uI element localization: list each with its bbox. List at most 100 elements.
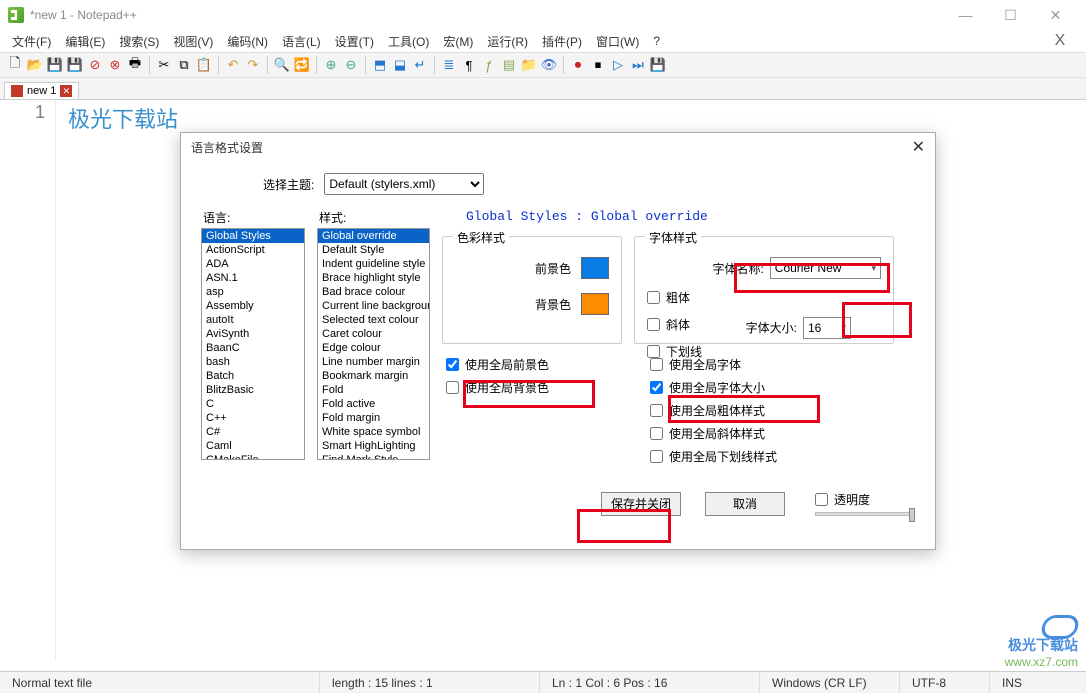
language-item[interactable]: autoIt — [202, 313, 304, 327]
background-color-swatch[interactable] — [581, 293, 609, 315]
use-global-bg-checkbox[interactable]: 使用全局背景色 — [446, 379, 638, 396]
use-global-underline-checkbox[interactable]: 使用全局下划线样式 — [650, 448, 777, 465]
style-listbox[interactable]: Global overrideDefault StyleIndent guide… — [317, 228, 430, 460]
foreground-color-swatch[interactable] — [581, 257, 609, 279]
style-item[interactable]: Caret colour — [318, 327, 429, 341]
language-item[interactable]: ASN.1 — [202, 271, 304, 285]
language-item[interactable]: C# — [202, 425, 304, 439]
language-item[interactable]: asp — [202, 285, 304, 299]
style-item[interactable]: Fold active — [318, 397, 429, 411]
dialog-close-icon[interactable]: ✕ — [912, 137, 925, 157]
indent-guide-icon[interactable]: ≣ — [440, 56, 458, 74]
menu-view[interactable]: 视图(V) — [167, 31, 219, 52]
style-item[interactable]: White space symbol — [318, 425, 429, 439]
save-all-icon[interactable]: 💾 — [66, 56, 84, 74]
menu-file[interactable]: 文件(F) — [6, 31, 57, 52]
menu-plugins[interactable]: 插件(P) — [536, 31, 588, 52]
language-item[interactable]: Global Styles — [202, 229, 304, 243]
close-file-icon[interactable]: ⊘ — [86, 56, 104, 74]
style-item[interactable]: Brace highlight style — [318, 271, 429, 285]
monitor-icon[interactable]: 👁 — [540, 56, 558, 74]
transparency-checkbox[interactable]: 透明度 — [815, 491, 870, 508]
redo-icon[interactable]: ↷ — [244, 56, 262, 74]
style-item[interactable]: Default Style — [318, 243, 429, 257]
menu-window[interactable]: 窗口(W) — [590, 31, 645, 52]
save-macro-icon[interactable]: 💾 — [649, 56, 667, 74]
sync-h-icon[interactable]: ⬓ — [391, 56, 409, 74]
tab-new-1[interactable]: new 1 ✕ — [4, 82, 79, 99]
language-item[interactable]: Assembly — [202, 299, 304, 313]
font-name-select[interactable]: Courier New ▾ — [770, 257, 881, 279]
theme-select[interactable]: Default (stylers.xml) — [324, 173, 484, 195]
language-item[interactable]: BlitzBasic — [202, 383, 304, 397]
whitespace-icon[interactable]: ¶ — [460, 56, 478, 74]
language-item[interactable]: Batch — [202, 369, 304, 383]
font-size-select[interactable]: 16 ▾ — [803, 317, 851, 339]
minimize-button[interactable]: — — [943, 0, 988, 30]
close-all-icon[interactable]: ⊗ — [106, 56, 124, 74]
use-global-italic-checkbox[interactable]: 使用全局斜体样式 — [650, 425, 777, 442]
language-item[interactable]: ActionScript — [202, 243, 304, 257]
menu-macro[interactable]: 宏(M) — [437, 31, 479, 52]
secondary-close-icon[interactable]: X — [1040, 32, 1080, 50]
doc-map-icon[interactable]: ▤ — [500, 56, 518, 74]
save-and-close-button[interactable]: 保存并关闭 — [601, 492, 681, 516]
language-item[interactable]: Caml — [202, 439, 304, 453]
style-item[interactable]: Current line background — [318, 299, 429, 313]
underline-checkbox[interactable]: 下划线 — [647, 343, 727, 360]
language-item[interactable]: CMakeFile — [202, 453, 304, 460]
menu-settings[interactable]: 设置(T) — [329, 31, 380, 52]
use-global-bold-checkbox[interactable]: 使用全局粗体样式 — [650, 402, 777, 419]
undo-icon[interactable]: ↶ — [224, 56, 242, 74]
style-item[interactable]: Fold — [318, 383, 429, 397]
style-item[interactable]: Fold margin — [318, 411, 429, 425]
folder-view-icon[interactable]: 📁 — [520, 56, 538, 74]
wrap-icon[interactable]: ↵ — [411, 56, 429, 74]
menu-search[interactable]: 搜索(S) — [113, 31, 165, 52]
menu-encoding[interactable]: 编码(N) — [221, 31, 274, 52]
style-item[interactable]: Smart HighLighting — [318, 439, 429, 453]
play-macro-icon[interactable]: ▷ — [609, 56, 627, 74]
language-item[interactable]: C — [202, 397, 304, 411]
language-item[interactable]: ADA — [202, 257, 304, 271]
replace-icon[interactable]: 🔁 — [293, 56, 311, 74]
save-icon[interactable]: 💾 — [46, 56, 64, 74]
menu-help[interactable]: ? — [647, 32, 666, 50]
style-item[interactable]: Selected text colour — [318, 313, 429, 327]
tab-close-icon[interactable]: ✕ — [60, 85, 72, 97]
italic-checkbox[interactable]: 斜体 — [647, 316, 727, 333]
paste-icon[interactable]: 📋 — [195, 56, 213, 74]
sync-v-icon[interactable]: ⬒ — [371, 56, 389, 74]
language-listbox[interactable]: Global StylesActionScriptADAASN.1aspAsse… — [201, 228, 305, 460]
style-item[interactable]: Bookmark margin — [318, 369, 429, 383]
open-file-icon[interactable]: 📂 — [26, 56, 44, 74]
menu-language[interactable]: 语言(L) — [276, 31, 327, 52]
record-macro-icon[interactable]: ⏺ — [569, 56, 587, 74]
maximize-button[interactable]: ☐ — [988, 0, 1033, 30]
replay-macro-icon[interactable]: ⏭ — [629, 56, 647, 74]
transparency-slider[interactable] — [815, 512, 915, 516]
zoom-in-icon[interactable]: ⊕ — [322, 56, 340, 74]
use-global-size-checkbox[interactable]: 使用全局字体大小 — [650, 379, 777, 396]
language-item[interactable]: bash — [202, 355, 304, 369]
bold-checkbox[interactable]: 粗体 — [647, 289, 727, 306]
new-file-icon[interactable]: 🗋 — [6, 56, 24, 74]
close-button[interactable]: ✕ — [1033, 0, 1078, 30]
style-item[interactable]: Global override — [318, 229, 429, 243]
menu-run[interactable]: 运行(R) — [481, 31, 534, 52]
stop-macro-icon[interactable]: ⏹ — [589, 56, 607, 74]
menu-tools[interactable]: 工具(O) — [382, 31, 435, 52]
copy-icon[interactable]: ⧉ — [175, 56, 193, 74]
style-item[interactable]: Find Mark Style — [318, 453, 429, 460]
style-item[interactable]: Indent guideline style — [318, 257, 429, 271]
zoom-out-icon[interactable]: ⊖ — [342, 56, 360, 74]
menu-edit[interactable]: 编辑(E) — [59, 31, 111, 52]
print-icon[interactable]: 🖶 — [126, 56, 144, 74]
language-item[interactable]: C++ — [202, 411, 304, 425]
use-global-fg-checkbox[interactable]: 使用全局前景色 — [446, 356, 638, 373]
find-icon[interactable]: 🔍 — [273, 56, 291, 74]
function-list-icon[interactable]: ƒ — [480, 56, 498, 74]
cut-icon[interactable]: ✂ — [155, 56, 173, 74]
cancel-button[interactable]: 取消 — [705, 492, 785, 516]
language-item[interactable]: AviSynth — [202, 327, 304, 341]
